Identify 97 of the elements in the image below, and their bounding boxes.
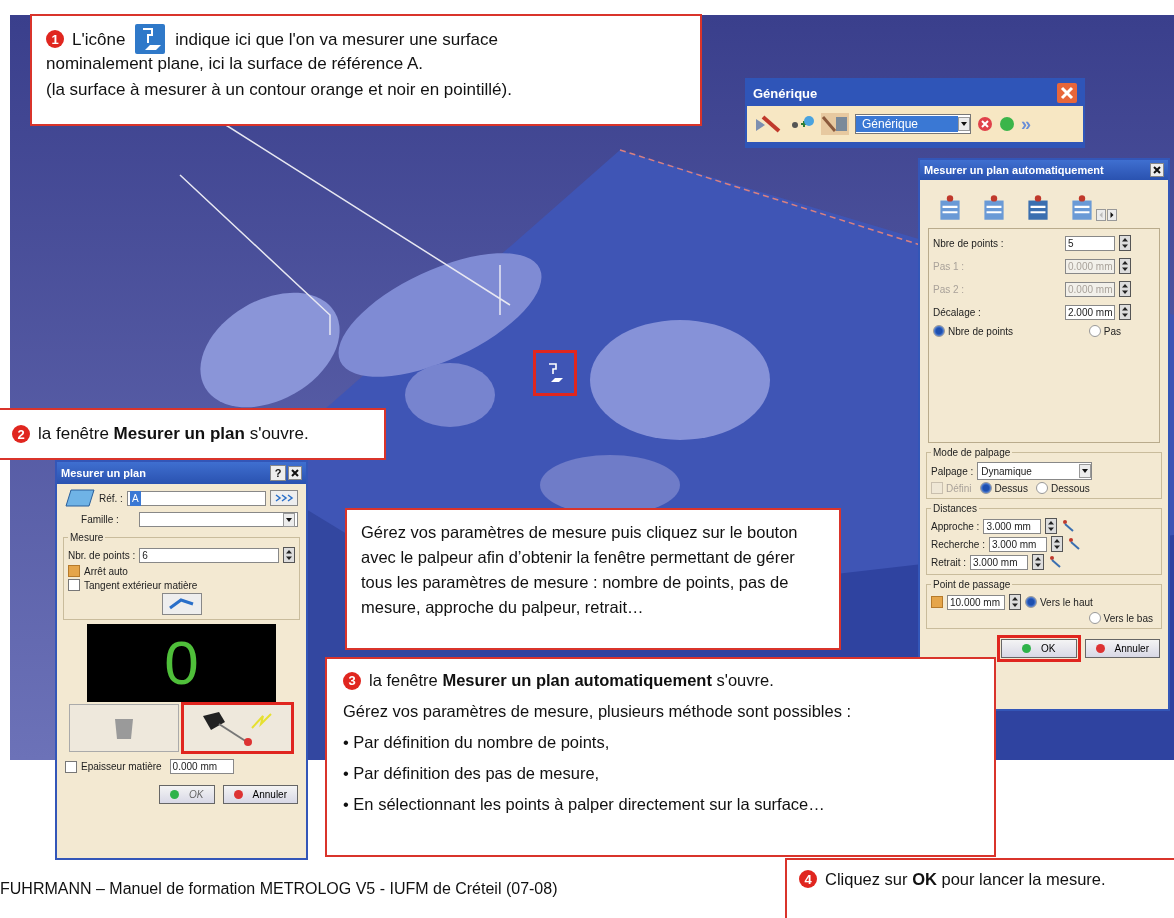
caret-icon[interactable] (283, 512, 295, 527)
input-field[interactable]: 5 (1065, 235, 1115, 251)
group-label: Distances (932, 503, 978, 514)
radio-button[interactable] (933, 325, 945, 337)
spinner-button[interactable] (1119, 281, 1132, 297)
input-field[interactable]: 6 (139, 547, 279, 563)
cancel-button[interactable]: Annuler (1084, 639, 1160, 658)
caret-icon[interactable] (1079, 464, 1092, 478)
field-label: Nbr. de points : (68, 549, 136, 561)
bullet-item: • En sélectionnant les points à palper directement sur la surface… (343, 795, 826, 814)
caret-icon[interactable] (958, 117, 971, 131)
spinner-button[interactable] (1009, 594, 1021, 610)
bullet-item: • Par définition des pas de mesure, (343, 764, 601, 783)
radio-label: Dessous (1050, 482, 1090, 494)
cancel-button[interactable]: Annuler (222, 785, 298, 804)
input-field[interactable]: 3.000 mm (988, 536, 1047, 552)
checkbox-label: Défini (946, 482, 972, 494)
tool-icon[interactable] (821, 113, 849, 135)
input-field[interactable]: 3.000 mm (983, 518, 1042, 534)
radio-button[interactable] (1088, 325, 1101, 337)
chevrons-icon (274, 493, 294, 503)
spinner-button[interactable] (1119, 258, 1132, 274)
field-label: Retrait : (931, 556, 966, 568)
window-title: Mesurer un plan (61, 467, 146, 479)
callout-text: L'icône (72, 28, 126, 51)
input-field[interactable]: 0.000 mm (169, 759, 234, 774)
field-label: Famille : (80, 514, 120, 525)
group-label: Point de passage (932, 579, 1012, 590)
plane-icon (65, 489, 95, 507)
spinner-button[interactable] (1032, 554, 1044, 570)
radio-button[interactable] (1035, 482, 1048, 494)
field-label: Pas 1 : (933, 260, 966, 272)
radio-label: Vers le haut (1040, 596, 1093, 608)
checkbox[interactable] (68, 579, 80, 591)
radio-label: Vers le bas (1103, 612, 1153, 624)
checkbox[interactable] (68, 565, 80, 577)
group-label: Mesure (69, 532, 105, 543)
probe-button[interactable] (180, 702, 294, 754)
input-field[interactable]: 10.000 mm (947, 594, 1005, 610)
scroll-right-button[interactable] (1107, 209, 1117, 221)
spinner-button[interactable] (1050, 536, 1063, 552)
step-number: 1 (46, 30, 64, 48)
field-label: Décalage : (933, 306, 982, 318)
checkbox-label: Epaisseur matière (81, 761, 162, 772)
radio-button[interactable] (1088, 612, 1101, 624)
select-button[interactable] (270, 490, 298, 506)
probe-icon[interactable] (1061, 519, 1076, 533)
close-icon[interactable] (1150, 163, 1164, 177)
field-label: Approche : (931, 520, 980, 532)
callout-text: la fenêtre Mesurer un plan s'ouvre. (38, 424, 309, 444)
callout-text: (la surface à mesurer à un contour orange et noir en pointillé). (46, 80, 513, 100)
input-field[interactable]: 2.000 mm (1065, 304, 1116, 320)
step-number: 2 (12, 425, 30, 443)
probe-icon[interactable] (1048, 555, 1062, 569)
callout-text: Cliquez sur OK pour lancer la mesure. (825, 870, 1106, 889)
point-counter: 0 (87, 624, 276, 702)
dropdown[interactable]: Dynamique (977, 462, 1093, 480)
callout-text: nominalement plane, ici la surface de référence A. (46, 54, 425, 74)
spinner-button[interactable] (1119, 304, 1132, 320)
checkbox-label: Arrêt auto (84, 565, 128, 577)
dropdown[interactable]: A (126, 490, 266, 506)
footer-text: FUHRMANN – Manuel de formation METROLOG V5 - IUFM de Créteil (07-08) (0, 880, 558, 898)
radio-label: Pas (1103, 325, 1121, 337)
group-label: Mode de palpage (932, 447, 1012, 458)
tool-icon[interactable] (753, 113, 781, 135)
flatness-icon (135, 24, 166, 54)
radio-label: Dessus (994, 482, 1028, 494)
window-title: Générique (753, 85, 818, 101)
checkbox[interactable] (65, 760, 77, 773)
spinner-button[interactable] (283, 547, 295, 563)
dropdown[interactable]: Générique (855, 114, 972, 134)
callout-text: Gérez vos paramètres de mesure, plusieurs méthode sont possibles : (343, 702, 853, 721)
field-label: Palpage : (931, 465, 974, 477)
spinner-button[interactable] (1119, 235, 1131, 251)
radio-label: Nbre de points (948, 325, 1014, 337)
field-label: Réf. : (99, 492, 123, 504)
input-field[interactable]: 3.000 mm (970, 554, 1028, 570)
field-label: Nbre de points : (933, 237, 1005, 249)
field-label: Pas 2 : (933, 283, 966, 295)
radio-button[interactable] (979, 482, 992, 494)
close-icon[interactable] (288, 466, 302, 480)
checkbox[interactable] (931, 596, 943, 608)
step-number: 4 (799, 870, 817, 888)
checkbox-label: Tangent extérieur matière (84, 579, 198, 591)
probe-icon[interactable] (1066, 537, 1081, 551)
callout-text: Gérez vos paramètres de mesure puis cliquez sur le bouton avec le palpeur afin d’obtenir la fenêtre permettant de gérer tous les paramètres de mesure : nombre de points, pas de mesure, approche du palpeur, retrait… (361, 522, 799, 618)
radio-button[interactable] (1025, 596, 1037, 608)
step-number: 3 (343, 671, 361, 690)
callout-text: indique ici que l'on va mesurer une surface (175, 28, 498, 51)
window-title: Mesurer un plan automatiquement (924, 164, 1104, 176)
callout-text: la fenêtre Mesurer un plan automatiquement s'ouvre. (369, 671, 774, 690)
spinner-button[interactable] (1045, 518, 1058, 534)
probe-settings-button[interactable] (161, 593, 202, 615)
bullet-item: • Par définition du nombre de points, (343, 733, 611, 752)
help-button[interactable]: ? (270, 465, 286, 481)
cancel-icon[interactable] (977, 116, 994, 132)
field-label: Recherche : (931, 538, 985, 550)
